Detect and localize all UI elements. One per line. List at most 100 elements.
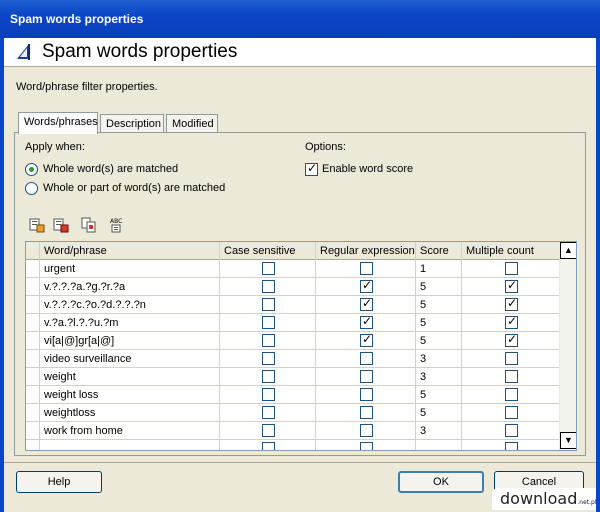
cell-regex-checkbox[interactable]: [360, 388, 373, 401]
cell-word[interactable]: v.?a.?l.?.?u.?m: [40, 314, 220, 332]
ok-button[interactable]: OK: [398, 471, 484, 493]
enable-word-score-checkbox[interactable]: [305, 161, 318, 176]
col-header-case[interactable]: Case sensitive: [220, 242, 316, 260]
scroll-down-button[interactable]: ▼: [560, 432, 576, 449]
table-row[interactable]: weight 3: [26, 368, 560, 386]
cell-word[interactable]: video surveillance: [40, 350, 220, 368]
cell-case-checkbox[interactable]: [262, 262, 275, 275]
cell-multi-checkbox[interactable]: [505, 370, 518, 383]
cell-multi-checkbox[interactable]: [505, 262, 518, 275]
cell-case-checkbox[interactable]: [262, 316, 275, 329]
cell-regex-checkbox[interactable]: [360, 370, 373, 383]
cell-regex-checkbox[interactable]: [360, 406, 373, 419]
cell-score[interactable]: [416, 440, 462, 450]
copy-icon[interactable]: [81, 217, 97, 233]
cell-multi-checkbox[interactable]: [505, 278, 518, 293]
cell-word[interactable]: vi[a|@]gr[a|@]: [40, 332, 220, 350]
help-button[interactable]: Help: [16, 471, 102, 493]
cell-regex-checkbox[interactable]: [360, 262, 373, 275]
table-row[interactable]: video surveillance 3: [26, 350, 560, 368]
table-row[interactable]: vi[a|@]gr[a|@] 5: [26, 332, 560, 350]
cell-multi: [462, 422, 560, 440]
cell-score[interactable]: 5: [416, 314, 462, 332]
cell-score[interactable]: 5: [416, 332, 462, 350]
col-header-multi[interactable]: Multiple count: [462, 242, 560, 260]
cell-multi-checkbox[interactable]: [505, 424, 518, 437]
remove-icon[interactable]: [53, 217, 69, 233]
spellcheck-icon[interactable]: ABC: [109, 217, 125, 233]
cell-score[interactable]: 5: [416, 386, 462, 404]
cell-score[interactable]: 3: [416, 422, 462, 440]
cell-regex-checkbox[interactable]: [360, 296, 373, 311]
cell-regex: [316, 314, 416, 332]
enable-word-score-label[interactable]: Enable word score: [322, 163, 413, 175]
cell-regex: [316, 404, 416, 422]
cell-case-checkbox[interactable]: [262, 352, 275, 365]
window-title: Spam words properties: [10, 12, 144, 26]
cell-regex-checkbox[interactable]: [360, 278, 373, 293]
col-header-score[interactable]: Score: [416, 242, 462, 260]
cell-word[interactable]: v.?.?.?c.?o.?d.?.?.?n: [40, 296, 220, 314]
cell-score[interactable]: 5: [416, 404, 462, 422]
cell-regex: [316, 332, 416, 350]
cell-word[interactable]: urgent: [40, 260, 220, 278]
table-row[interactable]: work from home 3: [26, 422, 560, 440]
cell-case-checkbox[interactable]: [262, 442, 275, 450]
radio-part-word[interactable]: [25, 182, 38, 195]
cell-case-checkbox[interactable]: [262, 280, 275, 293]
cell-multi-checkbox[interactable]: [505, 314, 518, 329]
radio-part-word-label[interactable]: Whole or part of word(s) are matched: [43, 182, 225, 194]
cell-word[interactable]: [40, 440, 220, 450]
cell-score[interactable]: 1: [416, 260, 462, 278]
cell-multi-checkbox[interactable]: [505, 406, 518, 419]
cell-case-checkbox[interactable]: [262, 370, 275, 383]
cell-score[interactable]: 5: [416, 278, 462, 296]
cell-word[interactable]: v.?.?.?a.?g.?r.?a: [40, 278, 220, 296]
cell-word[interactable]: weight loss: [40, 386, 220, 404]
table-row[interactable]: urgent 1: [26, 260, 560, 278]
add-icon[interactable]: [29, 217, 45, 233]
cell-regex: [316, 368, 416, 386]
tab-words-phrases[interactable]: Words/phrases: [18, 112, 98, 134]
cell-multi-checkbox[interactable]: [505, 388, 518, 401]
tab-description[interactable]: Description: [100, 114, 164, 133]
watermark-logo: download.net.pl: [492, 488, 597, 510]
cell-regex-checkbox[interactable]: [360, 332, 373, 347]
cell-regex-checkbox[interactable]: [360, 442, 373, 450]
cell-word[interactable]: weightloss: [40, 404, 220, 422]
radio-whole-word[interactable]: [25, 163, 38, 176]
table-row[interactable]: v.?a.?l.?.?u.?m 5: [26, 314, 560, 332]
cell-score[interactable]: 3: [416, 368, 462, 386]
cell-case-checkbox[interactable]: [262, 298, 275, 311]
tab-modified[interactable]: Modified: [166, 114, 218, 133]
table-row[interactable]: v.?.?.?c.?o.?d.?.?.?n 5: [26, 296, 560, 314]
cell-word[interactable]: weight: [40, 368, 220, 386]
cell-multi-checkbox[interactable]: [505, 296, 518, 311]
cell-case-checkbox[interactable]: [262, 424, 275, 437]
col-header-word[interactable]: Word/phrase: [40, 242, 220, 260]
cell-multi-checkbox[interactable]: [505, 332, 518, 347]
cell-multi-checkbox[interactable]: [505, 442, 518, 450]
cell-score[interactable]: 3: [416, 350, 462, 368]
cell-case-checkbox[interactable]: [262, 406, 275, 419]
cell-case: [220, 296, 316, 314]
cell-score[interactable]: 5: [416, 296, 462, 314]
cell-regex-checkbox[interactable]: [360, 314, 373, 329]
cell-case: [220, 278, 316, 296]
cell-regex-checkbox[interactable]: [360, 352, 373, 365]
cell-case-checkbox[interactable]: [262, 388, 275, 401]
cell-regex-checkbox[interactable]: [360, 424, 373, 437]
col-header-regex[interactable]: Regular expression: [316, 242, 416, 260]
cell-word[interactable]: work from home: [40, 422, 220, 440]
scroll-up-button[interactable]: ▲: [560, 242, 576, 259]
table-row[interactable]: v.?.?.?a.?g.?r.?a 5: [26, 278, 560, 296]
table-row[interactable]: weight loss 5: [26, 386, 560, 404]
grid-scrollbar[interactable]: ▲ ▼: [559, 242, 576, 450]
cell-case-checkbox[interactable]: [262, 334, 275, 347]
apply-when-label: Apply when:: [25, 141, 85, 153]
radio-whole-word-label[interactable]: Whole word(s) are matched: [43, 163, 178, 175]
table-row[interactable]: [26, 440, 560, 450]
table-row[interactable]: weightloss 5: [26, 404, 560, 422]
description-text: Word/phrase filter properties.: [16, 81, 158, 93]
cell-multi-checkbox[interactable]: [505, 352, 518, 365]
